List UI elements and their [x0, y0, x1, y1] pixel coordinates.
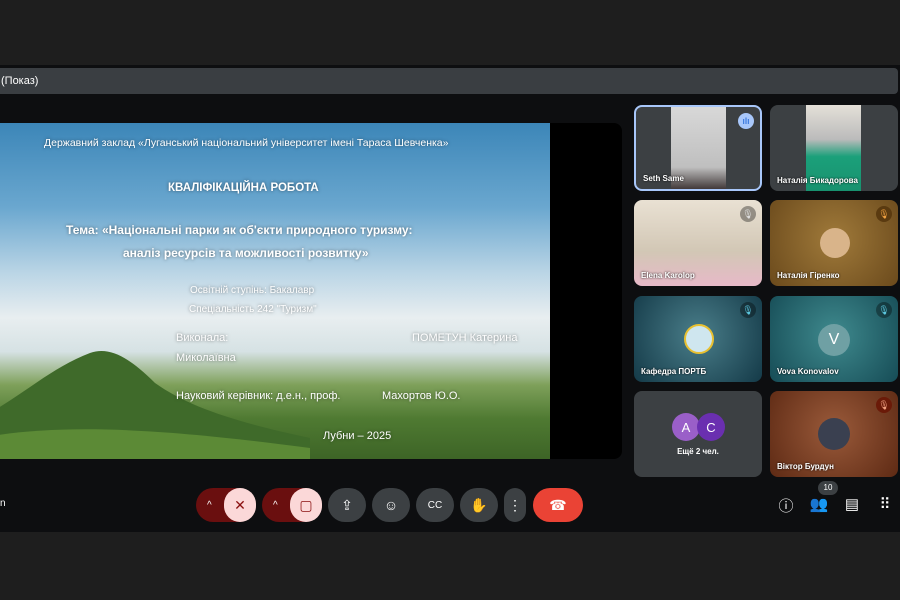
speaking-icon: ılı	[738, 113, 754, 129]
people-button[interactable]: 👥	[809, 495, 829, 513]
more-options-button[interactable]: ⋮	[504, 488, 526, 522]
mic-off-icon: 🎙	[876, 397, 892, 413]
participant-tile[interactable]: V 🎙 Vova Konovalov	[770, 296, 898, 382]
participant-name: Elena Karolop	[641, 271, 695, 280]
participant-name: Seth Same	[643, 174, 684, 183]
slide-city-year: Лубни – 2025	[323, 430, 392, 442]
avatar: V	[818, 324, 850, 356]
participant-tile[interactable]: ılı Seth Same	[634, 105, 762, 191]
present-button[interactable]: ⇪	[328, 488, 366, 522]
hang-up-icon: ☎	[549, 496, 567, 513]
mic-off-icon: ✕	[234, 496, 246, 513]
presentation-stage: Державний заклад «Луганський національни…	[0, 123, 622, 459]
participant-tile[interactable]: 🎙 Кафедра ПОРТБ	[634, 296, 762, 382]
slide-specialty: Спеціальність 242 "Туризм"	[189, 304, 317, 315]
participant-name: Віктор Бурдун	[777, 462, 834, 471]
slide-topic-line2: аналіз ресурсів та можливості розвитку»	[123, 246, 369, 260]
mic-off-icon: 🎙	[740, 302, 756, 318]
more-participants-label: Ещё 2 чел.	[677, 447, 719, 456]
participant-name: Кафедра ПОРТБ	[641, 367, 707, 376]
mic-off-icon: 🎙	[740, 206, 756, 222]
meet-window: (Показ) Державний заклад «Луганський нац…	[0, 65, 900, 532]
mic-off-icon: 🎙	[876, 206, 892, 222]
captions-icon: CC	[427, 499, 443, 511]
emoji-icon: ☺	[383, 497, 399, 513]
participant-tile[interactable]: 🎙 Наталія Гіренко	[770, 200, 898, 286]
info-icon: ⓘ	[778, 498, 794, 515]
slide: Державний заклад «Луганський національни…	[0, 123, 550, 459]
apps-grid-icon: ⠿	[879, 496, 891, 513]
avatar	[684, 324, 714, 354]
meeting-name-fragment: n	[0, 498, 6, 509]
participant-count-badge: 10	[818, 481, 838, 495]
mic-off-icon: 🎙	[876, 302, 892, 318]
participant-name: Vova Konovalov	[777, 367, 839, 376]
activities-button[interactable]: ⠿	[875, 495, 895, 513]
participant-tile[interactable]: Наталія Бикадорова	[770, 105, 898, 191]
hand-icon: ✋	[470, 496, 488, 513]
more-vert-icon: ⋮	[508, 496, 522, 513]
participant-name: Наталія Бикадорова	[777, 176, 858, 185]
participant-name: Наталія Гіренко	[777, 271, 840, 280]
captions-button[interactable]: CC	[416, 488, 454, 522]
people-icon: 👥	[809, 496, 829, 513]
avatar	[820, 228, 850, 258]
slide-institution: Державний заклад «Луганський національни…	[44, 137, 449, 149]
camera-off-icon: ▢	[299, 496, 313, 513]
slide-performed-label: Виконала:	[176, 332, 229, 344]
leave-call-button[interactable]: ☎	[533, 488, 583, 522]
mic-toggle-button[interactable]: ✕	[224, 488, 256, 522]
present-screen-icon: ⇪	[341, 496, 353, 513]
avatar: A	[672, 413, 700, 441]
slide-degree: Освітній ступінь: Бакалавр	[190, 285, 315, 296]
meeting-info-button[interactable]: ⓘ	[776, 495, 796, 516]
camera-toggle-button[interactable]: ▢	[290, 488, 322, 522]
participant-tile[interactable]: 🎙 Elena Karolop	[634, 200, 762, 286]
chat-icon: ▤	[844, 496, 860, 513]
presentation-title-bar: (Показ)	[0, 68, 898, 94]
avatar	[818, 418, 850, 450]
more-participants-tile[interactable]: A C Ещё 2 чел.	[634, 391, 762, 477]
slide-supervisor: Махортов Ю.О.	[382, 390, 461, 402]
slide-topic-line1: Тема: «Національні парки як об'єкти прир…	[66, 223, 413, 237]
slide-supervisor-label: Науковий керівник: д.е.н., проф.	[176, 390, 341, 402]
slide-author-line2: Миколаївна	[176, 352, 236, 364]
slide-author-line1: ПОМЕТУН Катерина	[412, 332, 518, 344]
raise-hand-button[interactable]: ✋	[460, 488, 498, 522]
avatar: C	[697, 413, 725, 441]
participant-tile[interactable]: 🎙 Віктор Бурдун	[770, 391, 898, 477]
chat-button[interactable]: ▤	[842, 495, 862, 513]
slide-heading: КВАЛІФІКАЦІЙНА РОБОТА	[168, 182, 319, 194]
reactions-button[interactable]: ☺	[372, 488, 410, 522]
